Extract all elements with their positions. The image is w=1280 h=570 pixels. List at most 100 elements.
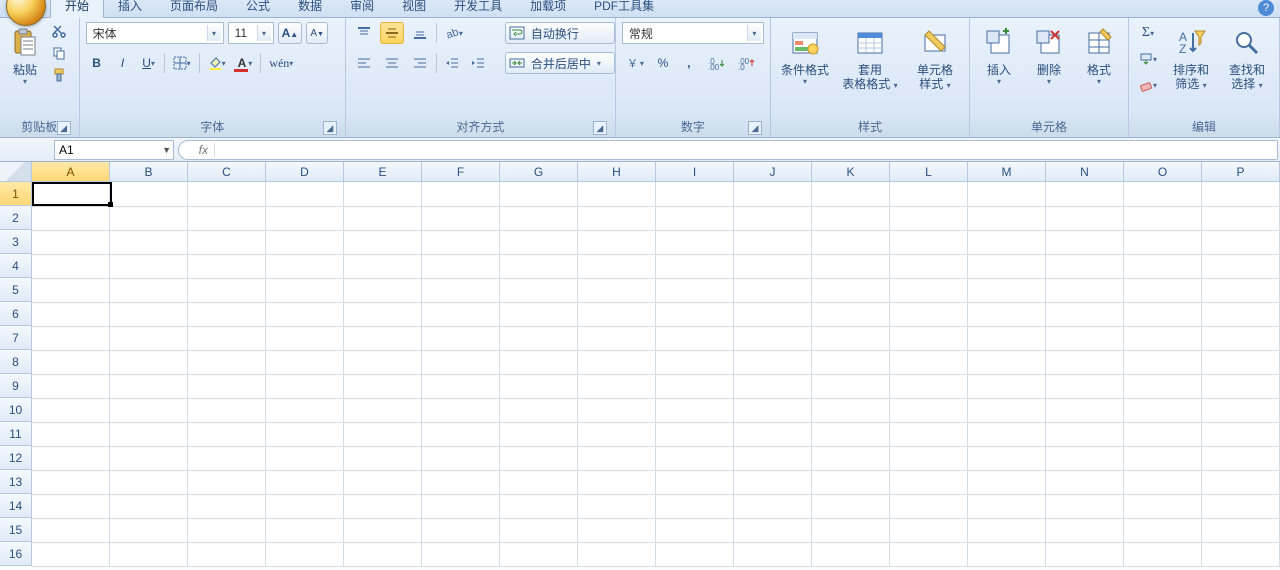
orientation-button[interactable]: ab ▾ xyxy=(441,22,467,44)
cell[interactable] xyxy=(812,374,890,398)
cell[interactable] xyxy=(1046,542,1124,566)
cell[interactable] xyxy=(656,326,734,350)
select-all-button[interactable] xyxy=(0,162,32,182)
col-header-H[interactable]: H xyxy=(578,162,656,182)
tab-devtools[interactable]: 开发工具 xyxy=(440,0,516,17)
cell[interactable] xyxy=(1046,326,1124,350)
cell[interactable] xyxy=(1202,326,1280,350)
cell[interactable] xyxy=(578,518,656,542)
cell[interactable] xyxy=(1202,374,1280,398)
cell[interactable] xyxy=(890,374,968,398)
cell[interactable] xyxy=(188,374,266,398)
tab-insert[interactable]: 插入 xyxy=(104,0,156,17)
cell[interactable] xyxy=(812,206,890,230)
cell[interactable] xyxy=(812,182,890,206)
cell[interactable] xyxy=(422,446,500,470)
grow-font-button[interactable]: A▲ xyxy=(278,22,303,44)
cell[interactable] xyxy=(1124,302,1202,326)
fill-color-button[interactable]: ▾ xyxy=(204,52,230,74)
cell[interactable] xyxy=(1202,398,1280,422)
cell[interactable] xyxy=(968,518,1046,542)
cell[interactable] xyxy=(1046,422,1124,446)
cell[interactable] xyxy=(344,494,422,518)
cell-styles-button[interactable]: 单元格样式 ▾ xyxy=(907,22,963,96)
cell[interactable] xyxy=(188,254,266,278)
increase-decimal-button[interactable]: .0.00 xyxy=(704,52,730,74)
cell[interactable] xyxy=(266,326,344,350)
col-header-O[interactable]: O xyxy=(1124,162,1202,182)
col-header-A[interactable]: A xyxy=(32,162,110,182)
cell[interactable] xyxy=(500,302,578,326)
tab-home[interactable]: 开始 xyxy=(50,0,104,18)
cell[interactable] xyxy=(812,254,890,278)
cell[interactable] xyxy=(890,230,968,254)
cell[interactable] xyxy=(812,326,890,350)
cell[interactable] xyxy=(1202,422,1280,446)
cell[interactable] xyxy=(578,206,656,230)
cell[interactable] xyxy=(968,374,1046,398)
cell[interactable] xyxy=(110,422,188,446)
cell[interactable] xyxy=(1124,206,1202,230)
cell[interactable] xyxy=(1124,446,1202,470)
cells-area[interactable] xyxy=(32,182,1280,570)
cell[interactable] xyxy=(110,326,188,350)
col-header-L[interactable]: L xyxy=(890,162,968,182)
col-header-J[interactable]: J xyxy=(734,162,812,182)
cell[interactable] xyxy=(1046,446,1124,470)
cell[interactable] xyxy=(500,494,578,518)
cell[interactable] xyxy=(422,374,500,398)
cell[interactable] xyxy=(344,302,422,326)
cell[interactable] xyxy=(1046,374,1124,398)
cell[interactable] xyxy=(110,182,188,206)
cell[interactable] xyxy=(656,206,734,230)
cell[interactable] xyxy=(500,206,578,230)
cell[interactable] xyxy=(656,398,734,422)
cell[interactable] xyxy=(968,326,1046,350)
cell[interactable] xyxy=(422,542,500,566)
cell[interactable] xyxy=(32,542,110,566)
cell[interactable] xyxy=(656,374,734,398)
cell[interactable] xyxy=(266,206,344,230)
cell[interactable] xyxy=(1202,470,1280,494)
cell[interactable] xyxy=(578,470,656,494)
col-header-N[interactable]: N xyxy=(1046,162,1124,182)
phonetic-button[interactable]: wén ▾ xyxy=(265,52,297,74)
cell[interactable] xyxy=(1202,182,1280,206)
cell[interactable] xyxy=(656,254,734,278)
cell[interactable] xyxy=(32,422,110,446)
cell[interactable] xyxy=(968,254,1046,278)
cell[interactable] xyxy=(32,398,110,422)
cell[interactable] xyxy=(1124,494,1202,518)
cell[interactable] xyxy=(734,206,812,230)
col-header-D[interactable]: D xyxy=(266,162,344,182)
cell[interactable] xyxy=(266,398,344,422)
cell[interactable] xyxy=(32,326,110,350)
row-header-15[interactable]: 15 xyxy=(0,518,32,542)
autosum-button[interactable]: Σ ▾ xyxy=(1135,22,1161,44)
col-header-I[interactable]: I xyxy=(656,162,734,182)
cell[interactable] xyxy=(266,254,344,278)
cell[interactable] xyxy=(578,302,656,326)
cell[interactable] xyxy=(344,542,422,566)
cell[interactable] xyxy=(32,446,110,470)
cell[interactable] xyxy=(890,446,968,470)
cell[interactable] xyxy=(812,350,890,374)
cell[interactable] xyxy=(578,494,656,518)
cell[interactable] xyxy=(968,278,1046,302)
col-header-M[interactable]: M xyxy=(968,162,1046,182)
cell[interactable] xyxy=(890,518,968,542)
percent-button[interactable]: % xyxy=(652,52,674,74)
tab-pagelayout[interactable]: 页面布局 xyxy=(156,0,232,17)
cell[interactable] xyxy=(890,422,968,446)
italic-button[interactable]: I xyxy=(112,52,134,74)
font-launcher[interactable]: ◢ xyxy=(323,121,337,135)
cell[interactable] xyxy=(1046,182,1124,206)
cell[interactable] xyxy=(1046,398,1124,422)
cell[interactable] xyxy=(656,182,734,206)
cell[interactable] xyxy=(422,398,500,422)
cell[interactable] xyxy=(890,278,968,302)
cell[interactable] xyxy=(1046,518,1124,542)
cell[interactable] xyxy=(422,494,500,518)
cell[interactable] xyxy=(422,230,500,254)
cell[interactable] xyxy=(1202,494,1280,518)
